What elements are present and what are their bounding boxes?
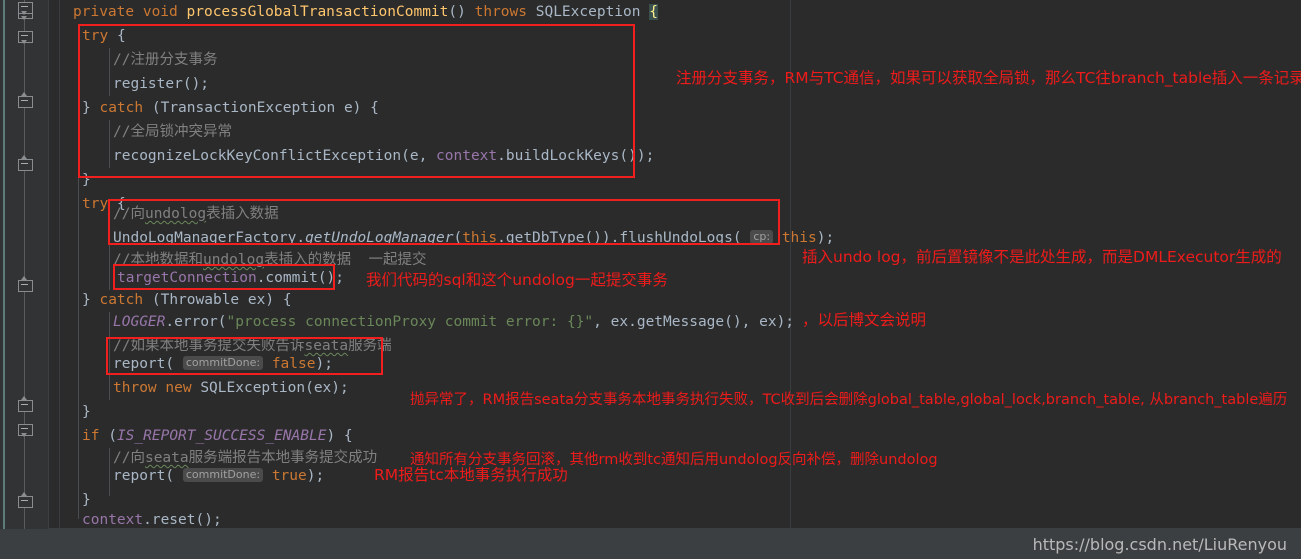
param-hint-chip: commitDone: bbox=[182, 356, 264, 370]
indent-guide bbox=[109, 312, 110, 400]
fold-marker-icon[interactable] bbox=[18, 0, 33, 15]
editor-gutter bbox=[0, 0, 49, 559]
fold-marker-icon[interactable] bbox=[18, 276, 33, 292]
code-line[interactable]: try { bbox=[82, 24, 126, 48]
annotation-undo-log-line2: ，以后博文会说明 bbox=[802, 311, 927, 329]
code-line[interactable]: UndoLogManagerFactory.getUndoLogManager(… bbox=[113, 226, 834, 250]
code-line[interactable]: targetConnection.commit(); bbox=[117, 266, 344, 290]
fold-marker-icon[interactable] bbox=[18, 29, 33, 44]
indent-guide bbox=[78, 24, 79, 519]
param-hint-chip: cp: bbox=[750, 230, 774, 244]
code-line[interactable]: register(); bbox=[113, 72, 209, 96]
annotation-exception-rollback-line1: 抛异常了，RM报告seata分支事务本地事务执行失败，TC收到后会删除globa… bbox=[410, 392, 1288, 408]
indent-guide bbox=[109, 48, 110, 96]
editor-left-border bbox=[59, 0, 60, 559]
annotation-sql-undolog-commit: 我们代码的sql和这个undolog一起提交事务 bbox=[366, 271, 668, 289]
annotation-undo-log-line1: 插入undo log，前后置镜像不是此处生成，而是DMLExecutor生成的 bbox=[802, 248, 1282, 266]
gutter-accent-stripe bbox=[3, 0, 5, 559]
fold-marker-icon[interactable] bbox=[18, 422, 33, 437]
fold-marker-icon[interactable] bbox=[18, 155, 33, 171]
code-line[interactable]: report( commitDone: true); bbox=[113, 464, 324, 488]
status-bar: https://blog.csdn.net/LiuRenyou bbox=[0, 529, 1301, 559]
code-line[interactable]: private void processGlobalTransactionCom… bbox=[73, 0, 658, 24]
indent-guide bbox=[109, 120, 110, 168]
code-line[interactable]: } bbox=[82, 168, 91, 192]
annotation-undo-log: 插入undo log，前后置镜像不是此处生成，而是DMLExecutor生成的 … bbox=[802, 205, 1282, 373]
code-line[interactable]: recognizeLockKeyConflictException(e, con… bbox=[113, 144, 654, 168]
annotation-report-success: RM报告tc本地事务执行成功 bbox=[374, 466, 568, 484]
code-line-comment[interactable]: //全局锁冲突异常 bbox=[113, 120, 232, 144]
code-line[interactable]: if (IS_REPORT_SUCCESS_ENABLE) { bbox=[82, 424, 353, 448]
code-line[interactable]: throw new SQLException(ex); bbox=[113, 376, 349, 400]
indent-guide bbox=[109, 448, 110, 496]
code-line[interactable]: } catch (TransactionException e) { bbox=[82, 96, 379, 120]
code-line[interactable]: LOGGER.error("process connectionProxy co… bbox=[113, 310, 794, 334]
param-hint-chip: commitDone: bbox=[182, 468, 264, 482]
code-line-comment[interactable]: //注册分支事务 bbox=[113, 48, 217, 72]
fold-marker-icon[interactable] bbox=[18, 492, 33, 508]
code-line[interactable]: } bbox=[82, 400, 91, 424]
ide-editor-screenshot: private void processGlobalTransactionCom… bbox=[0, 0, 1301, 559]
fold-marker-icon[interactable] bbox=[18, 396, 33, 412]
fold-marker-icon[interactable] bbox=[18, 92, 33, 108]
annotation-register-branch: 注册分支事务，RM与TC通信，如果可以获取全局锁，那么TC往branch_tab… bbox=[676, 69, 1301, 87]
code-line-comment[interactable]: //向undolog表插入数据 bbox=[113, 202, 279, 226]
annotation-exception-rollback: 抛异常了，RM报告seata分支事务本地事务执行失败，TC收到后会删除globa… bbox=[410, 350, 1287, 510]
code-line[interactable]: } catch (Throwable ex) { bbox=[82, 288, 292, 312]
blog-watermark: https://blog.csdn.net/LiuRenyou bbox=[1032, 535, 1287, 554]
code-line[interactable]: report( commitDone: false); bbox=[113, 352, 333, 376]
